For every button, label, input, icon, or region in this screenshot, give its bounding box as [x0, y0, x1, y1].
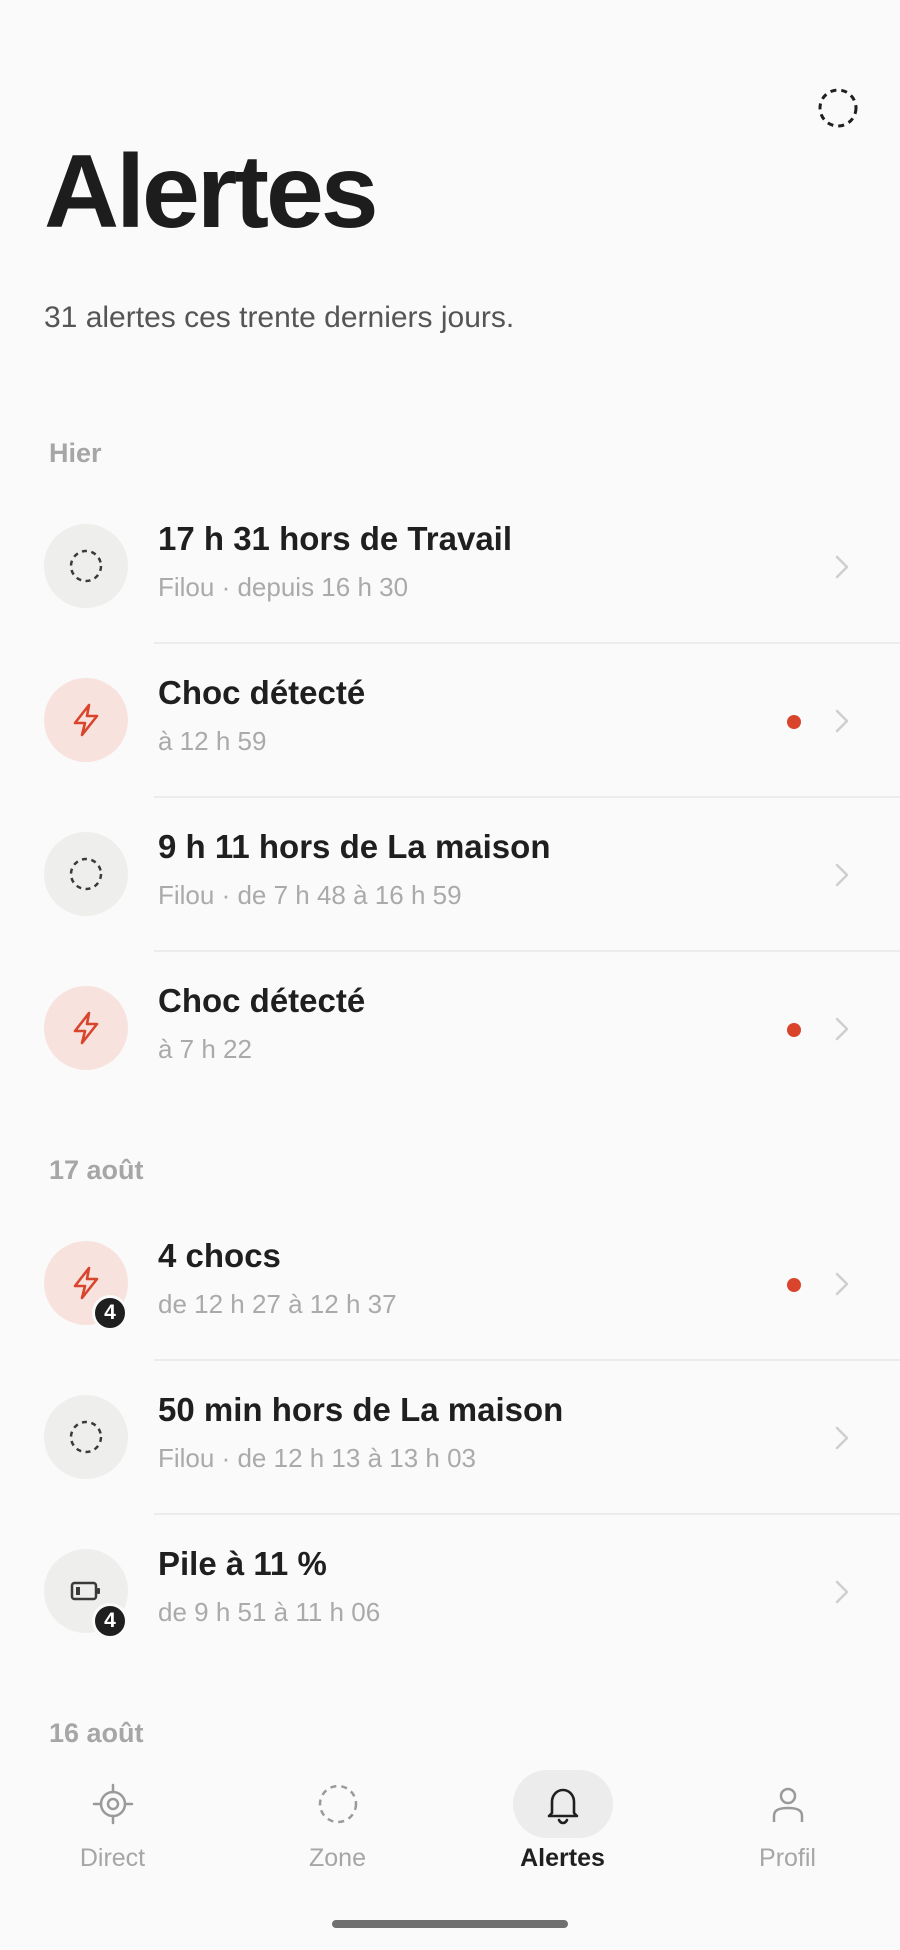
- alert-row[interactable]: Choc détecté à 7 h 22: [0, 952, 900, 1106]
- alert-subtitle: à 7 h 22: [158, 1034, 252, 1064]
- zone-icon: [69, 549, 103, 583]
- nav-label: Alertes: [520, 1844, 605, 1872]
- chevron-right-icon: [835, 1580, 849, 1604]
- target-icon: [92, 1783, 133, 1825]
- alert-subtitle: Filou · depuis 16 h 30: [158, 572, 409, 602]
- chevron-right-icon: [835, 1426, 849, 1450]
- alert-subtitle: Filou · de 7 h 48 à 16 h 59: [158, 880, 462, 910]
- count-badge: 4: [92, 1295, 128, 1331]
- alert-row[interactable]: 9 h 11 hors de La maison Filou · de 7 h …: [0, 798, 900, 952]
- nav-item-profil[interactable]: Profil: [675, 1752, 900, 1882]
- alert-row[interactable]: 17 h 31 hors de Travail Filou · depuis 1…: [0, 490, 900, 644]
- alert-row[interactable]: Choc détecté à 12 h 59: [0, 644, 900, 798]
- alert-title: 4 chocs: [158, 1237, 281, 1274]
- alert-icon-container: [44, 832, 128, 916]
- zone-icon: [318, 1784, 357, 1824]
- alert-subtitle: Filou · de 12 h 13 à 13 h 03: [158, 1443, 477, 1473]
- chevron-right-icon: [835, 1272, 849, 1296]
- alert-title: Pile à 11 %: [158, 1545, 327, 1582]
- alert-icon-container: [44, 678, 128, 762]
- alert-title: Choc détecté: [158, 674, 366, 711]
- alerts-screen: Alertes 31 alertes ces trente derniers j…: [0, 0, 900, 1950]
- alert-icon-container: [44, 1395, 128, 1479]
- lightning-icon: [73, 1011, 99, 1045]
- chevron-right-icon: [835, 1017, 849, 1041]
- section-label-16-aout: 16 août: [49, 1718, 144, 1748]
- bell-icon: [547, 1788, 578, 1825]
- alert-subtitle: de 12 h 27 à 12 h 37: [158, 1289, 397, 1319]
- nav-label: Zone: [309, 1844, 366, 1872]
- page-title: Alertes: [44, 134, 379, 250]
- alert-row[interactable]: 4 Pile à 11 % de 9 h 51 à 11 h 06: [0, 1515, 900, 1669]
- person-icon: [772, 1787, 803, 1822]
- chevron-right-icon: [835, 709, 849, 733]
- alert-icon-container: [44, 986, 128, 1070]
- home-indicator[interactable]: [332, 1920, 568, 1928]
- dashed-circle-icon[interactable]: [816, 86, 860, 130]
- zone-icon: [69, 1420, 103, 1454]
- lightning-icon: [73, 703, 99, 737]
- alert-icon-container: [44, 524, 128, 608]
- nav-item-alertes[interactable]: Alertes: [450, 1752, 675, 1882]
- alert-subtitle: de 9 h 51 à 11 h 06: [158, 1597, 381, 1627]
- nav-label: Direct: [79, 1844, 146, 1872]
- alert-subtitle: à 12 h 59: [158, 726, 267, 756]
- zone-icon: [69, 857, 103, 891]
- alert-title: 9 h 11 hors de La maison: [158, 828, 551, 865]
- alert-row[interactable]: 50 min hors de La maison Filou · de 12 h…: [0, 1361, 900, 1515]
- alert-row[interactable]: 4 4 chocs de 12 h 27 à 12 h 37: [0, 1207, 900, 1361]
- nav-item-direct[interactable]: Direct: [0, 1752, 225, 1882]
- alert-title: 50 min hors de La maison: [158, 1391, 564, 1428]
- alert-title: Choc détecté: [158, 982, 366, 1019]
- section-label-17-aout: 17 août: [49, 1155, 144, 1185]
- count-badge: 4: [92, 1603, 128, 1639]
- nav-item-zone[interactable]: Zone: [225, 1752, 450, 1882]
- unread-dot: [787, 1023, 801, 1037]
- alert-title: 17 h 31 hors de Travail: [158, 520, 513, 557]
- chevron-right-icon: [835, 863, 849, 887]
- unread-dot: [787, 1278, 801, 1292]
- unread-dot: [787, 715, 801, 729]
- page-subtitle: 31 alertes ces trente derniers jours.: [44, 301, 515, 334]
- nav-label: Profil: [759, 1844, 816, 1872]
- chevron-right-icon: [835, 555, 849, 579]
- section-label-hier: Hier: [49, 438, 102, 468]
